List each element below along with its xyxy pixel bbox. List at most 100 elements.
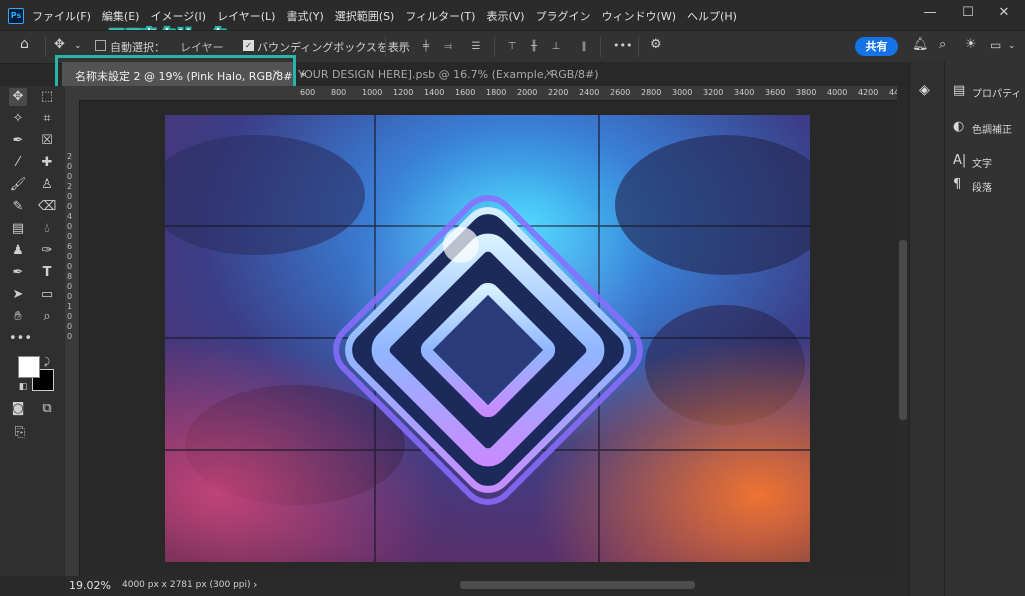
align-right-icon[interactable]: ⫤ — [442, 41, 454, 52]
ruler-tick-label: 0 — [67, 222, 73, 231]
align-left-icon[interactable]: ⊨ — [398, 41, 410, 52]
paragraph-icon: ¶ — [953, 177, 962, 192]
bell-icon[interactable]: 🔔︎ — [912, 37, 929, 52]
eraser-tool-icon[interactable]: ⌫ — [38, 198, 56, 216]
stamp-tool-icon[interactable]: ♙ — [38, 176, 56, 194]
ruler-tick-label: 2 — [67, 152, 73, 161]
ruler-tick-label: 2000 — [517, 88, 538, 97]
tab-inactive-label[interactable]: YOUR DESIGN HERE].psb @ 16.7% (Example, … — [298, 68, 599, 81]
ruler-tick-label: 3800 — [796, 88, 817, 97]
frame-box-icon[interactable]: ☒ — [38, 132, 56, 150]
menu-item-view[interactable]: 表示(V) — [486, 8, 524, 24]
ruler-tick-label: 3600 — [765, 88, 786, 97]
align-middle-icon[interactable]: ╫ — [528, 41, 540, 52]
share-button[interactable]: 共有 — [855, 37, 898, 56]
distribute-vertical-icon[interactable]: ‖ — [578, 41, 590, 52]
brush-tool-icon[interactable]: 🖌︎ — [9, 176, 27, 194]
bounding-box-checkbox[interactable]: ✓ — [243, 40, 254, 51]
history-brush-icon[interactable]: ✎ — [9, 198, 27, 216]
healing-brush-icon[interactable]: ✚ — [38, 154, 56, 172]
more-tools-icon[interactable]: ••• — [9, 330, 32, 348]
object-select-icon[interactable]: ✧ — [9, 110, 27, 128]
panel-character[interactable]: 文字 — [972, 155, 992, 170]
ruler-tick-label: 0 — [67, 232, 73, 241]
tab-close-button[interactable]: × — [545, 68, 553, 79]
status-arrow[interactable]: › — [253, 578, 257, 591]
ruler-tick-label: 4000 — [827, 88, 848, 97]
ruler-tick-label: 600 — [300, 88, 316, 97]
ruler-horizontal: 600 800 1000 1200 1400 1600 1800 2000 2200 2400 26… — [65, 86, 897, 101]
eyedropper-icon[interactable]: ⁄ — [9, 154, 27, 172]
type-tool-icon[interactable]: T — [38, 264, 56, 282]
ruler-tick-label: 1600 — [455, 88, 476, 97]
pen-alt-icon[interactable]: ✒ — [9, 264, 27, 282]
adjustments-icon: ◐ — [953, 119, 965, 134]
close-window-button[interactable]: ✕ — [994, 5, 1014, 21]
ruler-tick-label: 4200 — [858, 88, 879, 97]
distribute-icon[interactable]: ☰ — [470, 41, 482, 52]
move-tool-icon[interactable]: ✥ — [9, 88, 27, 106]
quick-mask-icon[interactable]: ◙ — [9, 400, 27, 418]
dodge-tool-icon[interactable]: ♟ — [9, 242, 27, 260]
panel-adjustments[interactable]: 色調補正 — [972, 121, 1012, 136]
ruler-tick-label: 1800 — [486, 88, 507, 97]
pen-tool-icon[interactable]: ✑ — [38, 242, 56, 260]
ruler-tick-label: 8 — [67, 272, 73, 281]
menu-item-file[interactable]: ファイル(F) — [32, 8, 91, 24]
align-center-icon[interactable]: ╪ — [420, 41, 432, 52]
chevron-down-icon[interactable]: ⌄ — [1008, 41, 1016, 51]
ruler-tick-label: 0 — [67, 162, 73, 171]
layout-icon[interactable]: ▭ — [990, 38, 1001, 52]
search-icon[interactable]: ⌕ — [939, 37, 946, 52]
menu-item-plugins[interactable]: プラグイン — [536, 8, 591, 24]
zoom-tool-icon[interactable]: ⌕ — [38, 308, 56, 326]
move-icon[interactable]: ✥ — [54, 37, 65, 52]
align-bottom-icon[interactable]: ⊥ — [550, 41, 562, 52]
auto-select-label: 自動選択： — [110, 41, 165, 54]
ruler-tick-label: 1 — [67, 302, 73, 311]
rectangle-tool-icon[interactable]: ▭ — [38, 286, 56, 304]
menu-item-help[interactable]: ヘルプ(H) — [687, 8, 737, 24]
auto-select-dropdown[interactable]: レイヤー — [180, 39, 224, 55]
tools-panel: ✥ ⬚ ✧ ⌗ ✒ ☒ ⁄ ✚ 🖌︎ ♙ ✎ ⌫ ▤ 💧︎ ♟ ✑ ✒ T ➤ … — [0, 86, 65, 576]
menu-item-filter[interactable]: フィルター(T) — [405, 8, 475, 24]
bounding-box-label: バウンディングボックスを表示 — [257, 41, 410, 54]
align-top-icon[interactable]: ⊤ — [506, 41, 518, 52]
layers-icon[interactable]: ◈ — [919, 82, 930, 98]
panel-paragraph[interactable]: 段落 — [972, 179, 992, 194]
gradient-tool-icon[interactable]: ▤ — [9, 220, 27, 238]
panel-properties[interactable]: プロパティ — [972, 85, 1021, 100]
path-select-icon[interactable]: ➤ — [9, 286, 27, 304]
screen-mode-icon[interactable]: ⧉ — [38, 400, 56, 418]
minimize-button[interactable]: — — [920, 5, 940, 21]
ruler-tick-label: 2 — [67, 182, 73, 191]
maximize-button[interactable]: ☐ — [958, 5, 978, 21]
vertical-scrollbar-thumb[interactable] — [899, 240, 907, 420]
ruler-vertical: 2002004006008001000 — [65, 100, 80, 576]
zoom-level[interactable]: 19.02% — [69, 579, 111, 592]
hand-tool-icon[interactable]: ✋︎ — [9, 308, 27, 326]
ruler-tick-label: 6 — [67, 242, 73, 251]
panel-icon-strip: ◈ — [909, 62, 944, 596]
chevron-down-icon[interactable]: ⌄ — [74, 41, 82, 51]
lightbulb-icon[interactable]: ☀ — [965, 37, 977, 52]
frame-tool-icon[interactable]: ✒ — [9, 132, 27, 150]
auto-select-checkbox[interactable] — [95, 40, 106, 51]
ruler-tick-label: 3000 — [672, 88, 693, 97]
marquee-tool-icon[interactable]: ⬚ — [38, 88, 56, 106]
menu-item-select[interactable]: 選択範囲(S) — [335, 8, 395, 24]
ruler-tick-label: 0 — [67, 252, 73, 261]
more-options-button[interactable]: ••• — [613, 39, 632, 52]
menu-item-window[interactable]: ウィンドウ(W) — [602, 8, 676, 24]
edit-toolbar-icon[interactable]: ⎘ — [11, 424, 29, 442]
artboard-image[interactable] — [165, 115, 810, 562]
blur-tool-icon[interactable]: 💧︎ — [38, 220, 56, 238]
horizontal-scrollbar-thumb[interactable] — [460, 581, 695, 589]
default-colors-icon[interactable]: ◧ — [14, 378, 32, 396]
ruler-tick-label: 4 — [67, 212, 73, 221]
foreground-color-swatch[interactable] — [18, 356, 40, 378]
gear-icon[interactable]: ⚙ — [650, 37, 662, 52]
crop-tool-icon[interactable]: ⌗ — [38, 110, 56, 128]
home-icon[interactable]: ⌂ — [20, 36, 29, 52]
menu-item-type[interactable]: 書式(Y) — [286, 8, 323, 24]
